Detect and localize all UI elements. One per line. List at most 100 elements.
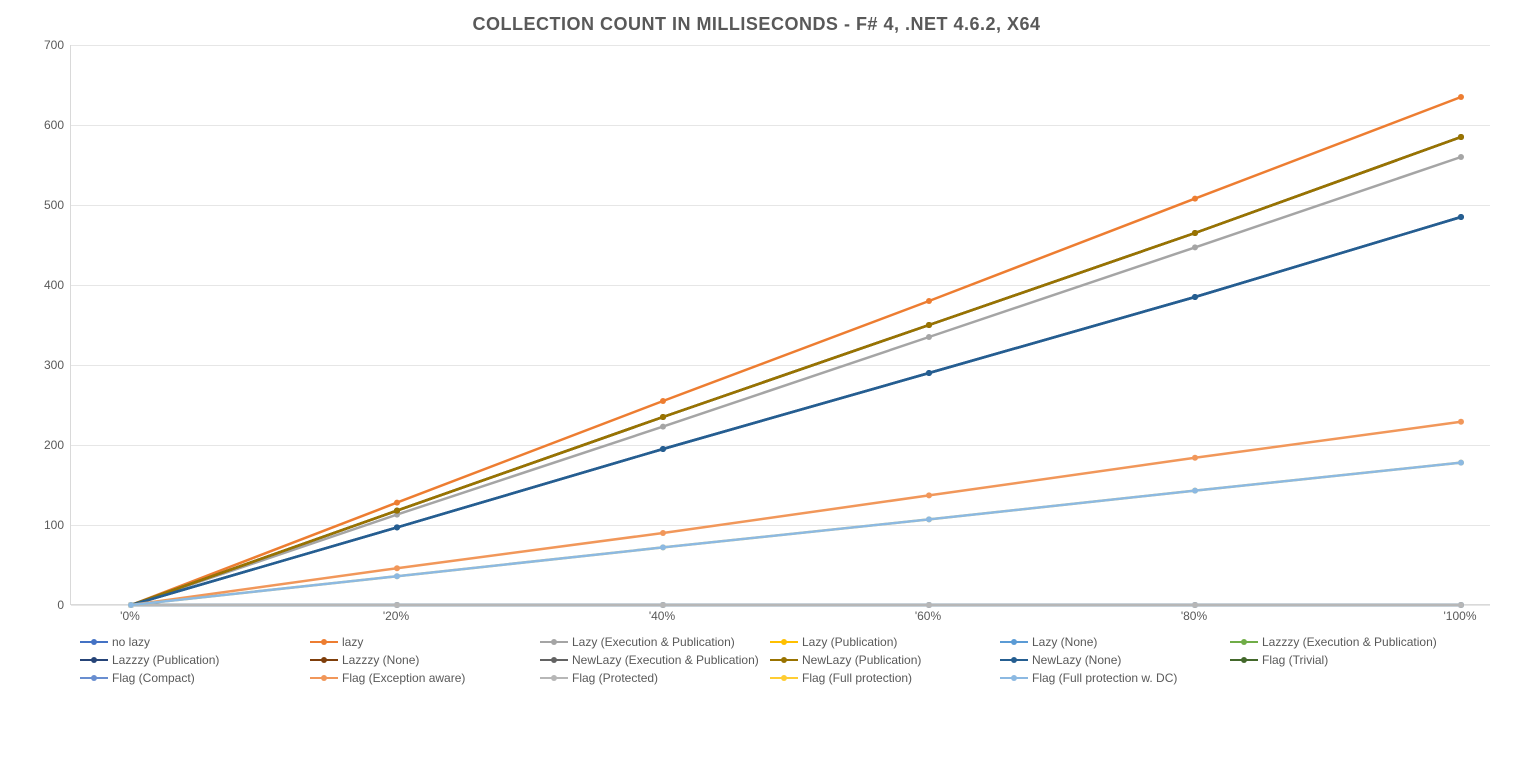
legend-item: Flag (Trivial)	[1230, 653, 1460, 667]
x-tick-label: '80%	[1181, 609, 1207, 623]
legend-label: NewLazy (Execution & Publication)	[572, 653, 759, 667]
legend-label: Flag (Full protection)	[802, 671, 912, 685]
data-point	[660, 530, 666, 536]
series-line	[131, 97, 1461, 605]
x-tick-label: '0%	[120, 609, 140, 623]
legend-swatch	[80, 655, 108, 665]
legend-item: Flag (Full protection)	[770, 671, 1000, 685]
legend-item: Flag (Protected)	[540, 671, 770, 685]
legend-label: Lazy (Execution & Publication)	[572, 635, 735, 649]
legend-swatch	[1000, 637, 1028, 647]
data-point	[660, 398, 666, 404]
data-point	[1458, 154, 1464, 160]
chart-container: COLLECTION COUNT IN MILLISECONDS - F# 4,…	[20, 14, 1493, 685]
data-point	[1192, 455, 1198, 461]
legend-label: Flag (Protected)	[572, 671, 658, 685]
legend-swatch	[540, 637, 568, 647]
data-point	[660, 414, 666, 420]
legend-label: Lazy (Publication)	[802, 635, 897, 649]
legend-label: Flag (Compact)	[112, 671, 195, 685]
y-tick-label: 500	[44, 198, 64, 212]
legend-label: Flag (Trivial)	[1262, 653, 1328, 667]
legend-swatch	[1000, 673, 1028, 683]
legend-label: NewLazy (None)	[1032, 653, 1121, 667]
plot-area	[70, 45, 1490, 605]
legend-swatch	[1000, 655, 1028, 665]
legend-item: Flag (Exception aware)	[310, 671, 540, 685]
legend-swatch	[540, 655, 568, 665]
data-point	[660, 446, 666, 452]
legend-label: Lazzzy (Publication)	[112, 653, 219, 667]
data-point	[926, 322, 932, 328]
chart-title: COLLECTION COUNT IN MILLISECONDS - F# 4,…	[20, 14, 1493, 35]
data-point	[1458, 134, 1464, 140]
legend-item: Lazy (Publication)	[770, 635, 1000, 649]
legend-swatch	[770, 637, 798, 647]
legend-swatch	[1230, 637, 1258, 647]
legend-item: NewLazy (Publication)	[770, 653, 1000, 667]
legend-item: lazy	[310, 635, 540, 649]
plot-wrap: 0100200300400500600700	[20, 45, 1493, 605]
legend-item: no lazy	[80, 635, 310, 649]
legend-item: NewLazy (Execution & Publication)	[540, 653, 770, 667]
y-tick-label: 100	[44, 518, 64, 532]
data-point	[926, 516, 932, 522]
data-point	[1458, 460, 1464, 466]
series-line	[131, 422, 1461, 605]
data-point	[926, 492, 932, 498]
data-point	[1192, 230, 1198, 236]
data-point	[926, 334, 932, 340]
x-tick-label: '20%	[383, 609, 409, 623]
y-tick-label: 300	[44, 358, 64, 372]
legend-label: no lazy	[112, 635, 150, 649]
legend-label: Lazzzy (None)	[342, 653, 419, 667]
y-axis: 0100200300400500600700	[20, 45, 70, 605]
series-line	[131, 217, 1461, 605]
y-tick-label: 0	[57, 598, 64, 612]
data-point	[394, 565, 400, 571]
data-point	[660, 544, 666, 550]
legend-label: lazy	[342, 635, 363, 649]
data-point	[1458, 94, 1464, 100]
legend-swatch	[540, 673, 568, 683]
data-point	[1192, 244, 1198, 250]
legend-label: Flag (Full protection w. DC)	[1032, 671, 1177, 685]
legend-label: Flag (Exception aware)	[342, 671, 465, 685]
data-point	[394, 524, 400, 530]
legend-item: Lazy (Execution & Publication)	[540, 635, 770, 649]
data-point	[1458, 419, 1464, 425]
data-point	[660, 424, 666, 430]
data-point	[926, 298, 932, 304]
data-point	[394, 500, 400, 506]
data-point	[926, 370, 932, 376]
data-point	[394, 508, 400, 514]
legend-item: Lazy (None)	[1000, 635, 1230, 649]
legend-swatch	[80, 637, 108, 647]
data-point	[1192, 294, 1198, 300]
data-point	[394, 573, 400, 579]
legend-swatch	[770, 655, 798, 665]
data-point	[1192, 488, 1198, 494]
plot-svg	[71, 45, 1490, 604]
x-tick-label: '60%	[915, 609, 941, 623]
series-line	[131, 137, 1461, 605]
legend-swatch	[310, 637, 338, 647]
legend: no lazy lazy Lazy (Execution & Publication…	[80, 635, 1493, 685]
legend-label: Lazzzy (Execution & Publication)	[1262, 635, 1437, 649]
series-line	[131, 157, 1461, 605]
y-tick-label: 700	[44, 38, 64, 52]
legend-label: Lazy (None)	[1032, 635, 1097, 649]
y-tick-label: 600	[44, 118, 64, 132]
legend-swatch	[80, 673, 108, 683]
data-point	[1458, 214, 1464, 220]
y-tick-label: 200	[44, 438, 64, 452]
x-tick-label: '40%	[649, 609, 675, 623]
legend-label: NewLazy (Publication)	[802, 653, 921, 667]
legend-swatch	[310, 655, 338, 665]
legend-swatch	[310, 673, 338, 683]
legend-item: Lazzzy (Publication)	[80, 653, 310, 667]
legend-item: NewLazy (None)	[1000, 653, 1230, 667]
data-point	[1192, 196, 1198, 202]
legend-swatch	[1230, 655, 1258, 665]
y-tick-label: 400	[44, 278, 64, 292]
